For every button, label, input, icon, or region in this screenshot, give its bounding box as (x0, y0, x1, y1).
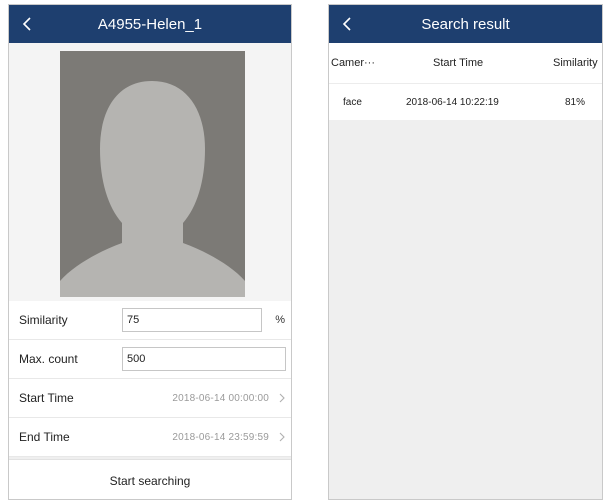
page-title: A4955-Helen_1 (97, 15, 203, 33)
back-button[interactable] (15, 5, 39, 43)
similarity-label: Similarity (19, 313, 68, 327)
start-time-cell: 2018-06-14 10:22:19 (406, 96, 499, 108)
max-count-row: Max. count 500 (9, 340, 291, 379)
search-screen: A4955-Helen_1 Similarity 75 % Max. count… (8, 4, 292, 500)
end-time-row[interactable]: End Time 2018-06-14 23:59:59 (9, 418, 291, 457)
similarity-cell: 81% (565, 96, 586, 108)
chevron-left-icon (342, 17, 351, 31)
chevron-right-icon (279, 379, 285, 417)
end-time-value: 2018-06-14 23:59:59 (172, 431, 269, 443)
column-header-similarity[interactable]: Similarity (553, 43, 602, 83)
percent-unit: % (275, 314, 285, 326)
max-count-input[interactable]: 500 (122, 347, 286, 371)
similarity-row: Similarity 75 % (9, 301, 291, 340)
photo-area (9, 43, 291, 301)
results-table-header: Camer··· Start Time Similarity (329, 43, 602, 83)
face-photo (60, 51, 245, 297)
start-time-label: Start Time (19, 391, 74, 405)
navbar: A4955-Helen_1 (9, 5, 291, 43)
max-count-label: Max. count (19, 352, 78, 366)
column-header-camera[interactable]: Camer··· (331, 43, 385, 83)
start-time-value: 2018-06-14 00:00:00 (172, 392, 269, 404)
navbar: Search result (329, 5, 602, 43)
chevron-left-icon (22, 17, 31, 31)
start-searching-button[interactable]: Start searching (9, 459, 291, 499)
start-time-row[interactable]: Start Time 2018-06-14 00:00:00 (9, 379, 291, 418)
camera-cell: face (343, 96, 362, 108)
column-header-start-time[interactable]: Start Time (433, 43, 523, 83)
end-time-label: End Time (19, 430, 70, 444)
results-screen: Search result Camer··· Start Time Simila… (328, 4, 603, 500)
back-button[interactable] (335, 5, 359, 43)
page-title: Search result (421, 15, 510, 33)
chevron-right-icon (279, 418, 285, 456)
table-row[interactable]: face 2018-06-14 10:22:19 81% (329, 83, 602, 120)
person-silhouette-icon (60, 81, 245, 297)
similarity-input[interactable]: 75 (122, 308, 262, 332)
